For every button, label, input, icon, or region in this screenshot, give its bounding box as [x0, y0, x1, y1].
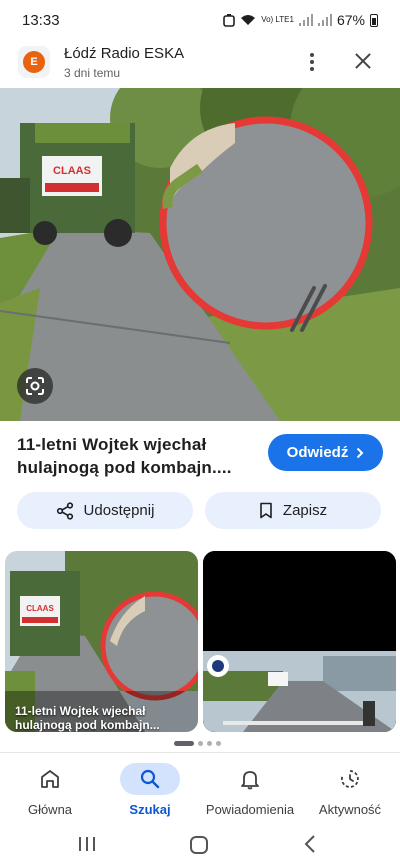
- related-photo-2: [203, 551, 396, 732]
- home-icon: [41, 770, 59, 788]
- chevron-right-icon: [357, 447, 364, 458]
- activity-icon: [341, 770, 359, 788]
- recent-apps-icon[interactable]: [77, 834, 97, 854]
- status-icons: Vo) LTE1 67%: [223, 12, 378, 28]
- nav-home[interactable]: Główna: [0, 763, 100, 817]
- share-label: Udostępnij: [83, 502, 155, 519]
- bookmark-icon: [260, 502, 272, 519]
- alarm-icon: [223, 14, 236, 27]
- claas-logo-text-thumb: CLAAS: [26, 604, 54, 613]
- source-text: Łódź Radio ESKA 3 dni temu: [64, 45, 184, 80]
- claas-logo-text: CLAAS: [53, 165, 91, 177]
- result-title[interactable]: 11-letni Wojtek wjechał hulajnogą pod ko…: [17, 433, 257, 479]
- signal-icon: [298, 14, 313, 26]
- carousel-dot-active: [174, 741, 194, 746]
- network-label: Vo) LTE1: [261, 15, 294, 24]
- more-options-icon[interactable]: [302, 50, 322, 74]
- carousel-dot: [198, 741, 203, 746]
- save-label: Zapisz: [282, 502, 328, 519]
- battery-percent: 67%: [336, 12, 365, 28]
- home-button-icon[interactable]: [188, 834, 210, 856]
- nav-activity-label: Aktywność: [318, 802, 382, 817]
- carousel-indicator: [174, 741, 221, 746]
- source-logo[interactable]: E: [18, 46, 50, 78]
- related-image-1[interactable]: CLAAS 11-letni Wojtek wjechał hulajnogą …: [5, 551, 198, 732]
- bell-icon: [241, 771, 259, 790]
- related-caption-1: 11-letni Wojtek wjechał hulajnogą pod ko…: [15, 704, 160, 732]
- source-time: 3 dni temu: [64, 65, 121, 80]
- battery-icon: [370, 13, 378, 27]
- nav-search[interactable]: Szukaj: [100, 763, 200, 817]
- status-time: 13:33: [22, 11, 60, 29]
- bottom-navigation: Główna Szukaj Powiadomienia Aktywność: [0, 752, 400, 824]
- nav-notifications-label: Powiadomienia: [205, 802, 295, 817]
- main-image[interactable]: CLAAS: [0, 88, 400, 421]
- visit-label: Odwiedź: [286, 444, 349, 461]
- share-button[interactable]: Udostępnij: [17, 492, 193, 529]
- related-image-2[interactable]: [203, 551, 396, 732]
- carousel-dot: [207, 741, 212, 746]
- back-icon[interactable]: [302, 834, 318, 854]
- close-icon[interactable]: [350, 48, 376, 74]
- carousel-dot: [216, 741, 221, 746]
- system-navigation-bar: [0, 824, 400, 867]
- nav-search-label: Szukaj: [129, 802, 171, 817]
- google-lens-icon[interactable]: [17, 368, 53, 404]
- eska-logo-icon: E: [23, 51, 45, 73]
- status-bar: 13:33 Vo) LTE1 67%: [0, 0, 400, 40]
- nav-activity[interactable]: Aktywność: [300, 763, 400, 817]
- save-button[interactable]: Zapisz: [205, 492, 381, 529]
- wifi-icon: [241, 15, 256, 25]
- signal2-icon: [317, 14, 332, 26]
- accident-photo: CLAAS: [0, 88, 400, 421]
- nav-home-label: Główna: [27, 802, 73, 817]
- nav-notifications[interactable]: Powiadomienia: [200, 763, 300, 817]
- search-icon: [140, 769, 160, 789]
- source-name[interactable]: Łódź Radio ESKA: [64, 45, 184, 62]
- visit-button[interactable]: Odwiedź: [268, 434, 383, 471]
- share-icon: [56, 501, 73, 520]
- source-header: E Łódź Radio ESKA 3 dni temu: [0, 40, 400, 84]
